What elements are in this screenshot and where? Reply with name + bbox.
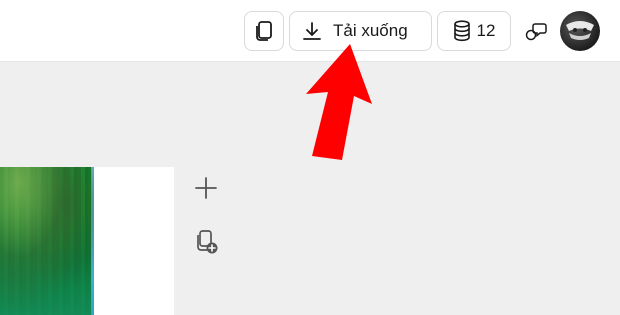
- coins-stack-icon: [453, 20, 470, 42]
- credits-count: 12: [476, 21, 496, 40]
- download-icon: [303, 22, 321, 40]
- duplicate-page-button[interactable]: [193, 229, 219, 255]
- download-label: Tải xuống: [333, 21, 408, 40]
- credits-button[interactable]: 12: [437, 11, 511, 51]
- image-edge: [91, 167, 94, 315]
- annotation-arrow: [306, 44, 372, 160]
- chat-bubbles-icon[interactable]: [524, 20, 548, 44]
- page-background-image[interactable]: [0, 167, 94, 315]
- duplicate-page-icon: [197, 230, 218, 254]
- user-avatar[interactable]: [560, 11, 600, 51]
- copy-pages-icon: [256, 21, 272, 41]
- plus-icon: [195, 177, 217, 199]
- avatar-image: [566, 21, 594, 40]
- add-page-button[interactable]: [193, 175, 219, 201]
- copy-pages-button[interactable]: [244, 11, 284, 51]
